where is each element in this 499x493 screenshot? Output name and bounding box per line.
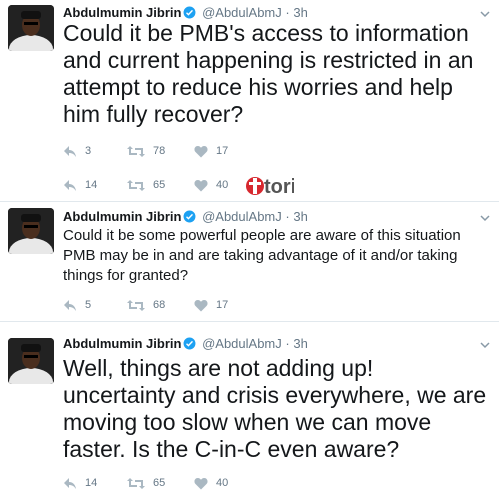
reply-button[interactable]: 14 [63, 475, 97, 491]
like-button[interactable]: 40 [194, 475, 228, 491]
avatar[interactable] [8, 208, 54, 254]
timestamp[interactable]: 3h [293, 336, 307, 351]
tweet-text: Could it be some powerful people are awa… [63, 227, 461, 284]
like-count: 17 [216, 145, 229, 157]
like-count: 40 [216, 179, 229, 191]
retweet-count: 78 [153, 145, 166, 157]
user-name[interactable]: Abdulmumin Jibrin [63, 209, 181, 224]
reply-icon [64, 145, 76, 157]
reply-icon [64, 179, 76, 191]
retweet-button[interactable]: 68 [127, 297, 165, 313]
timestamp[interactable]: 3h [293, 5, 307, 20]
retweet-icon [127, 477, 145, 489]
user-name[interactable]: Abdulmumin Jibrin [63, 336, 181, 351]
separator-dot: · [285, 5, 290, 20]
retweet-button[interactable]: 65 [127, 475, 165, 491]
verified-badge-icon [183, 210, 196, 227]
separator-dot: · [285, 336, 290, 351]
watermark-text: tori [264, 176, 294, 198]
user-handle[interactable]: @AbdulAbmJ [202, 209, 282, 224]
like-button[interactable]: 17 [194, 143, 228, 159]
user-name[interactable]: Abdulmumin Jibrin [63, 5, 181, 20]
tweet-2[interactable]: Abdulmumin Jibrin @AbdulAbmJ · 3h Could … [0, 202, 499, 320]
separator-dot: · [285, 209, 290, 224]
user-handle[interactable]: @AbdulAbmJ [202, 336, 282, 351]
retweet-count: 65 [153, 477, 166, 489]
avatar[interactable] [8, 5, 54, 51]
reply-count: 3 [85, 145, 92, 157]
heart-icon [194, 145, 208, 157]
avatar[interactable] [8, 338, 54, 384]
reply-button[interactable]: 5 [63, 297, 91, 313]
retweet-icon [127, 145, 145, 157]
reply-icon [64, 299, 76, 311]
timestamp[interactable]: 3h [293, 209, 307, 224]
retweet-icon [127, 179, 145, 191]
reply-count: 14 [85, 477, 98, 489]
heart-icon [194, 179, 208, 191]
heart-icon [194, 477, 208, 489]
tweet-3[interactable]: Abdulmumin Jibrin @AbdulAbmJ · 3h Well, … [0, 322, 499, 493]
retweet-button[interactable]: 65 [127, 177, 165, 193]
verified-badge-icon [183, 337, 196, 354]
retweet-count: 65 [153, 179, 166, 191]
heart-icon [194, 299, 208, 311]
tweet-text: Well, things are not adding up! uncertai… [63, 355, 487, 462]
tweet-header: Abdulmumin Jibrin @AbdulAbmJ · 3h [63, 209, 308, 227]
like-button[interactable]: 40 [194, 177, 228, 193]
retweet-button[interactable]: 78 [127, 143, 165, 159]
reply-count: 5 [85, 299, 92, 311]
chevron-down-icon[interactable] [479, 339, 491, 351]
user-handle[interactable]: @AbdulAbmJ [202, 5, 282, 20]
like-count: 17 [216, 299, 229, 311]
chevron-down-icon[interactable] [479, 212, 491, 224]
tweet-text: Could it be PMB's access to information … [63, 20, 474, 127]
retweet-count: 68 [153, 299, 166, 311]
retweet-icon [127, 299, 145, 311]
reply-icon [64, 477, 76, 489]
reply-count: 14 [85, 179, 98, 191]
like-count: 40 [216, 477, 229, 489]
chevron-down-icon[interactable] [479, 8, 491, 20]
tweet-header: Abdulmumin Jibrin @AbdulAbmJ · 3h [63, 336, 308, 354]
reply-button[interactable]: 3 [63, 143, 91, 159]
reply-button[interactable]: 14 [63, 177, 97, 193]
like-button[interactable]: 17 [194, 297, 228, 313]
